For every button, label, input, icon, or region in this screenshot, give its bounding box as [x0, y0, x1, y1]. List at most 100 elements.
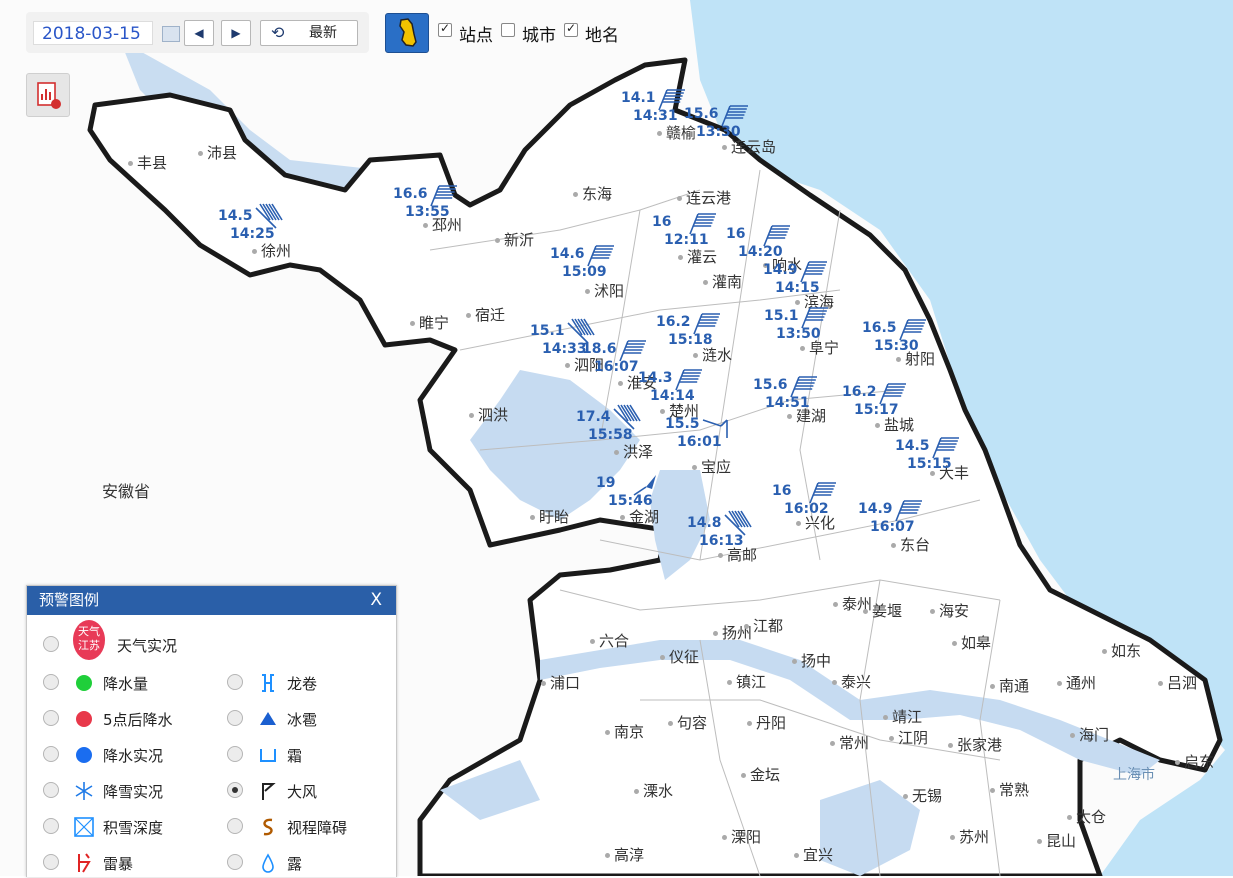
wind-speed-value: 16.2 [842, 384, 877, 400]
legend-radio[interactable] [43, 710, 59, 726]
legend-radio[interactable] [227, 854, 243, 870]
city-checkbox[interactable] [501, 23, 515, 37]
prev-day-button[interactable]: ◀ [184, 20, 214, 46]
place-dot [693, 353, 698, 358]
jiangsu-layer-button[interactable] [385, 13, 429, 53]
place-name: 盱眙 [539, 508, 570, 526]
place-label: 灌南 [703, 271, 742, 292]
observation-time: 14:15 [775, 280, 820, 296]
legend-radio[interactable] [43, 854, 59, 870]
wind-speed-value: 15.6 [753, 377, 788, 393]
place-label: 宿迁 [466, 304, 505, 325]
legend-radio[interactable] [43, 782, 59, 798]
place-label: 溧水 [634, 780, 673, 801]
place-name: 六合 [599, 632, 630, 650]
place-label: 无锡 [903, 785, 942, 806]
legend-radio[interactable] [43, 746, 59, 762]
place-label: 靖江 [883, 706, 922, 727]
observation-time: 15:46 [608, 493, 653, 509]
legend-label: 龙卷 [287, 675, 318, 693]
legend-label: 视程障碍 [287, 819, 348, 837]
place-dot [903, 794, 908, 799]
wind-speed-value: 16 [772, 483, 792, 499]
legend-radio[interactable] [227, 710, 243, 726]
chart-report-icon [37, 82, 61, 109]
place-dot [863, 609, 868, 614]
wind-speed-value: 14.6 [550, 246, 585, 262]
legend-close-button[interactable]: X [370, 586, 382, 615]
place-dot [585, 289, 590, 294]
place-label: 灌云 [678, 246, 717, 267]
legend-radio[interactable] [43, 636, 59, 652]
place-dot [423, 223, 428, 228]
place-dot [794, 853, 799, 858]
place-dot [883, 715, 888, 720]
place-name: 睢宁 [419, 314, 450, 332]
legend-label: 露 [287, 855, 303, 873]
place-name: 启东 [1184, 753, 1215, 771]
place-name: 姜堰 [872, 602, 903, 620]
wind-speed-value: 15.5 [665, 416, 700, 432]
refresh-icon: ⟲ [271, 23, 285, 42]
place-label: 句容 [668, 712, 707, 733]
place-label: 南通 [990, 675, 1029, 696]
place-label: 江阴 [889, 727, 928, 748]
place-name: 赣榆 [666, 124, 697, 142]
snow-depth-icon [73, 816, 95, 838]
latest-button[interactable]: ⟲ 最新 [260, 20, 358, 46]
placename-label: 地名 [585, 26, 619, 46]
place-label: 沛县 [198, 142, 237, 163]
legend-radio[interactable] [43, 818, 59, 834]
place-dot [541, 681, 546, 686]
place-label: 新沂 [495, 229, 534, 250]
place-dot [833, 602, 838, 607]
place-dot [1102, 649, 1107, 654]
place-name: 如东 [1111, 642, 1142, 660]
place-label: 仪征 [660, 646, 699, 667]
place-dot [896, 357, 901, 362]
place-label: 启东 [1175, 751, 1214, 772]
place-dot [469, 413, 474, 418]
place-dot [718, 553, 723, 558]
place-label: 宜兴 [794, 844, 833, 865]
place-name: 溧阳 [731, 828, 762, 846]
date-input[interactable]: 2018-03-15 [33, 21, 153, 45]
place-dot [747, 721, 752, 726]
place-dot [727, 680, 732, 685]
dew-drop-icon [257, 852, 279, 874]
place-label: 太仓 [1067, 806, 1106, 827]
station-checkbox[interactable] [438, 21, 452, 37]
legend-radio[interactable] [43, 674, 59, 690]
place-dot [1057, 681, 1062, 686]
warning-legend-panel: 预警图例 X 天气江苏 天气实况 降水量 龙卷 5点后降水 冰雹 降水实况 霜降雪实况 大风 积雪… [26, 585, 397, 877]
place-dot [677, 196, 682, 201]
place-name: 灌南 [712, 273, 743, 291]
observation-time: 13:50 [776, 326, 821, 342]
place-name: 东海 [582, 185, 613, 203]
place-dot [800, 346, 805, 351]
place-name: 泰兴 [841, 673, 872, 691]
wind-speed-value: 14.5 [895, 438, 930, 454]
place-label: 浦口 [541, 672, 580, 693]
red-dot-icon [73, 708, 95, 730]
place-label: 盱眙 [530, 506, 569, 527]
place-name: 靖江 [892, 708, 923, 726]
legend-radio[interactable] [227, 782, 243, 798]
chart-report-button[interactable] [26, 73, 70, 117]
place-label: 南京 [605, 721, 644, 742]
next-day-button[interactable]: ▶ [221, 20, 251, 46]
observation-time: 14:14 [650, 388, 695, 404]
wind-speed-value: 15.1 [764, 308, 799, 324]
calendar-icon[interactable] [162, 26, 180, 42]
place-name: 南通 [999, 677, 1030, 695]
legend-radio[interactable] [227, 674, 243, 690]
observation-time: 14:51 [765, 395, 810, 411]
place-dot [605, 730, 610, 735]
legend-radio[interactable] [227, 746, 243, 762]
place-name: 泗洪 [478, 406, 509, 424]
place-dot [796, 521, 801, 526]
place-name: 灌云 [687, 248, 718, 266]
placename-checkbox[interactable] [564, 21, 578, 37]
place-label: 连云港 [677, 187, 731, 208]
legend-radio[interactable] [227, 818, 243, 834]
